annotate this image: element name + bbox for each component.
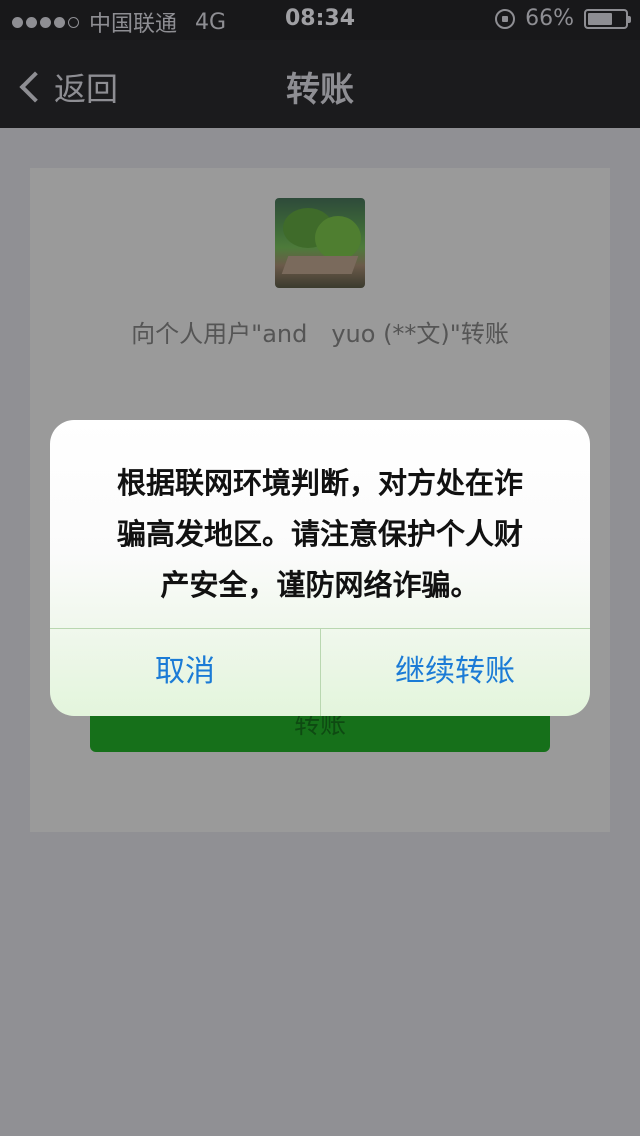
dialog-message-line: 根据联网环境判断，对方处在诈	[116, 466, 523, 500]
recipient-avatar	[275, 198, 365, 288]
dialog-message-line: 产安全，谨防网络诈骗。	[160, 568, 480, 602]
status-right: 66%	[495, 6, 631, 31]
dialog-message: 根据联网环境判断，对方处在诈 骗高发地区。请注意保护个人财 产安全，谨防网络诈骗…	[78, 458, 562, 611]
navigation-bar: 返回 转账	[0, 40, 640, 128]
battery-fill	[588, 12, 612, 25]
recipient-label: 向个人用户"and yuo (**文)"转账	[131, 320, 509, 348]
status-bar: 中国联通 4G 08:34 66%	[0, 0, 640, 40]
rotation-lock-icon	[495, 8, 516, 29]
cancel-button[interactable]: 取消	[50, 628, 320, 716]
continue-transfer-button[interactable]: 继续转账	[320, 628, 590, 716]
fraud-warning-dialog: 根据联网环境判断，对方处在诈 骗高发地区。请注意保护个人财 产安全，谨防网络诈骗…	[50, 420, 590, 716]
page-title: 转账	[286, 70, 354, 110]
battery-percent: 66%	[525, 6, 574, 31]
battery-icon	[584, 8, 631, 29]
dialog-message-line: 骗高发地区。请注意保护个人财	[116, 517, 523, 551]
